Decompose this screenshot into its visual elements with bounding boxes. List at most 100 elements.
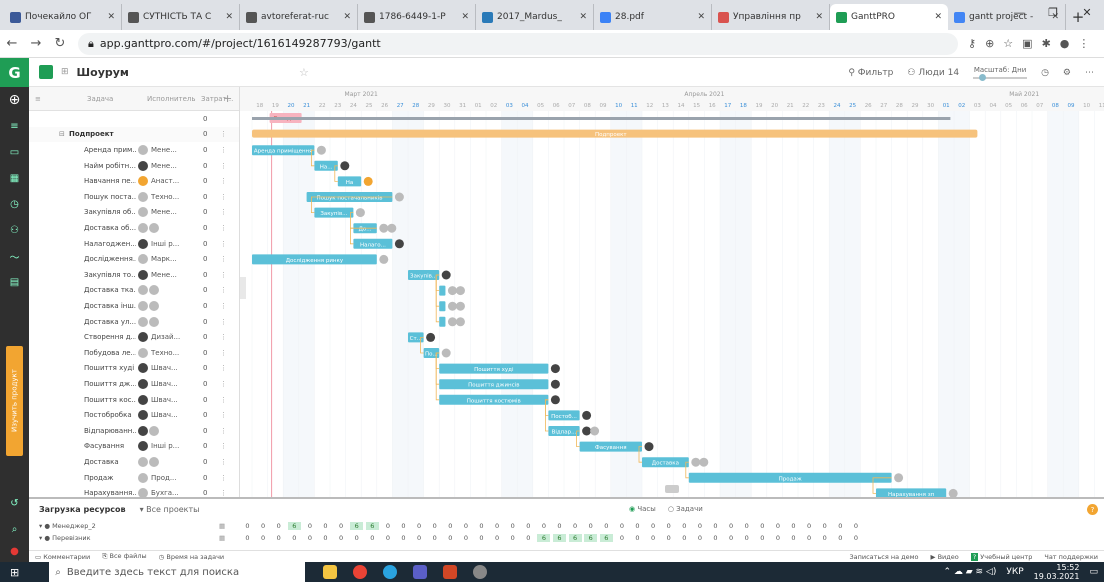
task-name[interactable]: Закупівля то...: [84, 271, 136, 279]
row-menu-icon[interactable]: ⋮: [220, 193, 227, 201]
avatar[interactable]: [138, 269, 148, 280]
extension-icon[interactable]: ▣: [1022, 37, 1032, 50]
tab-close-icon[interactable]: ✕: [343, 12, 351, 22]
cost-value[interactable]: 0: [203, 489, 207, 497]
calendar-icon[interactable]: ▦: [219, 534, 225, 542]
reports-icon[interactable]: 〜: [0, 243, 29, 269]
assignee-name[interactable]: Марк...: [151, 255, 185, 263]
telegram-icon[interactable]: [383, 565, 398, 579]
assignee-name[interactable]: Дизай...: [151, 333, 185, 341]
cost-value[interactable]: 0: [203, 318, 207, 326]
cost-value[interactable]: 0: [203, 349, 207, 357]
files-link[interactable]: ⎘ Все файлы: [102, 552, 146, 561]
star-icon[interactable]: ☆: [1003, 37, 1013, 50]
bar-avatar[interactable]: [644, 442, 654, 452]
browser-tab[interactable]: avtoreferat-ruc ✕: [240, 4, 358, 30]
avatar[interactable]: [149, 222, 159, 233]
scale-control[interactable]: Масштаб: Дни: [973, 66, 1028, 81]
reload-icon[interactable]: ↻: [48, 36, 72, 51]
support-link[interactable]: Чат поддержки: [1044, 553, 1098, 561]
resource-row[interactable]: ▾ ● Перевізник ▦ 0 0 0 0 0 0 0 0 0 0 0 0 0 0 0 0 0 0 0 6 6 6 6 6 0…: [29, 533, 1104, 545]
row-menu-icon[interactable]: ⋮: [220, 489, 227, 497]
table-row[interactable]: Налагоджен... Інші р... 0 ⋮: [29, 236, 239, 252]
folder-icon[interactable]: ▭: [0, 139, 29, 165]
table-row[interactable]: Пошиття худі Швач... 0 ⋮: [29, 361, 239, 377]
row-menu-icon[interactable]: ⋮: [220, 130, 227, 138]
group-row[interactable]: ⊟ Подпроект 0 ⋮: [29, 126, 239, 143]
learning-link[interactable]: ? Учебный центр: [970, 552, 1032, 561]
assignee-name[interactable]: Мене...: [151, 208, 185, 216]
cost-value[interactable]: 0: [203, 380, 207, 388]
scroll-handle[interactable]: [665, 485, 679, 493]
avatar[interactable]: [138, 488, 148, 497]
learn-product-tab[interactable]: Изучить продукт: [6, 346, 23, 456]
bar-avatar[interactable]: [582, 426, 592, 436]
bar-avatar[interactable]: [441, 270, 451, 280]
back-icon[interactable]: ←: [0, 36, 24, 51]
avatar[interactable]: [149, 300, 159, 311]
task-name[interactable]: Доставка інш...: [84, 302, 136, 310]
cost-value[interactable]: 0: [203, 427, 207, 435]
tab-close-icon[interactable]: ✕: [697, 12, 705, 22]
demo-link[interactable]: Записаться на демо: [849, 553, 918, 561]
avatar[interactable]: [138, 394, 148, 405]
scale-slider[interactable]: [973, 74, 1028, 81]
bar-avatar[interactable]: [316, 145, 326, 155]
assignee-name[interactable]: Мене...: [151, 146, 185, 154]
cost-value[interactable]: 0: [203, 474, 207, 482]
bar-avatar[interactable]: [441, 348, 451, 358]
table-row[interactable]: Пошиття кос... Швач... 0 ⋮: [29, 392, 239, 408]
row-menu-icon[interactable]: ⋮: [220, 380, 227, 388]
avatar[interactable]: [138, 222, 148, 233]
avatar[interactable]: [138, 456, 148, 467]
avatar[interactable]: [149, 285, 159, 296]
table-row[interactable]: Аренда прим... Мене... 0 ⋮: [29, 142, 239, 158]
projects-icon[interactable]: ≡: [0, 113, 29, 139]
avatar[interactable]: [138, 191, 148, 202]
resource-name[interactable]: ▾ ● Перевізник: [39, 534, 91, 542]
avatar[interactable]: [138, 410, 148, 421]
mode-hours[interactable]: ◉ Часы: [629, 505, 656, 513]
calendar-icon[interactable]: ▦: [0, 165, 29, 191]
project-color-icon[interactable]: [39, 65, 53, 79]
history-icon[interactable]: ↺: [0, 490, 29, 516]
assignee-name[interactable]: Швач...: [151, 364, 185, 372]
powerpoint-icon[interactable]: [443, 565, 458, 579]
row-menu-icon[interactable]: ⋮: [220, 396, 227, 404]
task-name[interactable]: Фасування: [84, 442, 136, 450]
grid-icon[interactable]: ▤: [0, 269, 29, 295]
close-window-icon[interactable]: ✕: [1070, 0, 1104, 24]
task-name[interactable]: Дослідження...: [84, 255, 136, 263]
task-name[interactable]: Пошиття дж...: [84, 380, 136, 388]
cost-value[interactable]: 0: [203, 364, 207, 372]
table-row[interactable]: Побудова ле... Техно... 0 ⋮: [29, 345, 239, 361]
task-bar[interactable]: [439, 301, 446, 312]
row-menu-icon[interactable]: ⋮: [220, 474, 227, 482]
avatar[interactable]: [138, 254, 148, 265]
task-name[interactable]: Пошиття худі: [84, 364, 136, 372]
resource-name[interactable]: ▾ ● Менеджер_2: [39, 522, 96, 530]
bar-avatar[interactable]: [426, 332, 436, 342]
settings-icon[interactable]: ⚙: [1063, 68, 1071, 78]
table-row[interactable]: 0: [29, 111, 239, 127]
assignee-name[interactable]: Інші р...: [151, 442, 185, 450]
project-settings-icon[interactable]: ⊞: [61, 67, 69, 77]
bar-avatar[interactable]: [550, 379, 560, 389]
row-menu-icon[interactable]: ⋮: [220, 162, 227, 170]
bar-avatar[interactable]: [894, 473, 904, 483]
profile-icon[interactable]: ●: [1060, 37, 1070, 50]
task-name[interactable]: Доставка об...: [84, 224, 136, 232]
tab-close-icon[interactable]: ✕: [107, 12, 115, 22]
row-menu-icon[interactable]: ⋮: [220, 318, 227, 326]
table-row[interactable]: Закупівля то... Мене... 0 ⋮: [29, 267, 239, 283]
people-button[interactable]: ⚇ Люди 14: [907, 68, 959, 78]
task-name[interactable]: Доставка тка...: [84, 286, 136, 294]
assignee-name[interactable]: Швач...: [151, 396, 185, 404]
language-indicator[interactable]: УКР: [1006, 567, 1023, 577]
cost-value[interactable]: 0: [203, 130, 207, 138]
bar-avatar[interactable]: [340, 161, 350, 171]
grid-toggle-icon[interactable]: ≡: [35, 95, 41, 103]
more-icon[interactable]: ⋯: [1085, 68, 1094, 78]
row-menu-icon[interactable]: ⋮: [220, 146, 227, 154]
row-menu-icon[interactable]: ⋮: [220, 427, 227, 435]
